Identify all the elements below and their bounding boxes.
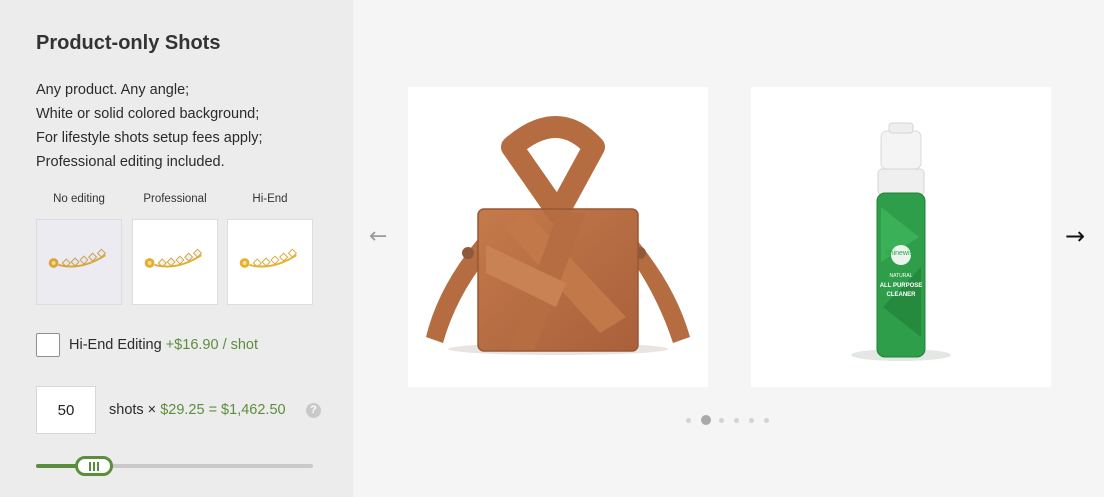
grip-line xyxy=(89,461,91,471)
carousel-dot[interactable] xyxy=(734,417,739,423)
panel-title: Product-only Shots xyxy=(36,32,221,54)
carousel-dot[interactable] xyxy=(719,417,724,423)
description-line: Professional editing included. xyxy=(36,154,225,170)
total-price: $29.25 = $1,462.50 xyxy=(160,402,286,418)
sample-hi-end[interactable]: Hi-End xyxy=(227,191,313,305)
hi-end-editing-checkbox[interactable] xyxy=(36,333,60,357)
hi-end-label-text: Hi-End Editing xyxy=(69,337,162,353)
sample-no-editing[interactable]: No editing xyxy=(36,191,122,305)
carousel-slide-handbag[interactable] xyxy=(408,87,708,387)
handbag-image xyxy=(426,116,690,355)
grip-line xyxy=(93,461,95,471)
quantity-slider[interactable] xyxy=(36,456,313,476)
prev-arrow-icon[interactable]: ← xyxy=(369,224,387,249)
earring-image xyxy=(48,248,107,268)
hi-end-editing-option[interactable]: Hi-End Editing +$16.90 / shot xyxy=(36,333,258,357)
description-line: Any product. Any angle; xyxy=(36,82,190,98)
slider-handle[interactable] xyxy=(75,456,113,476)
description-line: White or solid colored background; xyxy=(36,106,260,122)
carousel-dot[interactable] xyxy=(749,417,754,423)
earring-thumbnail[interactable] xyxy=(132,219,218,305)
options-panel: Product-only Shots Any product. Any angl… xyxy=(0,0,353,497)
earring-thumbnail[interactable] xyxy=(36,219,122,305)
earring-thumbnail[interactable] xyxy=(227,219,313,305)
sample-label: Hi-End xyxy=(252,193,288,205)
carousel-dot[interactable] xyxy=(764,417,769,423)
next-arrow-icon[interactable]: → xyxy=(1065,222,1085,250)
hi-end-price: +$16.90 / shot xyxy=(165,337,259,353)
earring-image xyxy=(239,248,298,268)
shots-multiplier-text: shots × xyxy=(109,402,157,418)
hi-end-editing-label: Hi-End Editing +$16.90 / shot xyxy=(69,337,258,353)
carousel-dot[interactable] xyxy=(686,417,691,423)
cleaner-bottle-image: Shinewise NATURAL ALL PURPOSE CLEANER xyxy=(851,122,951,361)
price-calculation: shots × $29.25 = $1,462.50 xyxy=(109,402,286,418)
description-line: For lifestyle shots setup fees apply; xyxy=(36,130,263,146)
earring-image xyxy=(144,248,203,268)
bottle-brand-text: Shinewise xyxy=(885,250,917,257)
panel-description: Any product. Any angle; White or solid c… xyxy=(36,78,262,174)
sample-label: Professional xyxy=(143,193,207,205)
sample-label: No editing xyxy=(53,193,105,205)
carousel-slide-cleaner[interactable]: Shinewise NATURAL ALL PURPOSE CLEANER xyxy=(751,87,1051,387)
shots-quantity-input[interactable] xyxy=(36,386,96,434)
bottle-purpose-text: ALL PURPOSE xyxy=(880,283,923,289)
help-icon[interactable]: ? xyxy=(306,403,321,418)
bottle-natural-text: NATURAL xyxy=(890,273,913,279)
grip-line xyxy=(97,461,99,471)
sample-professional[interactable]: Professional xyxy=(132,191,218,305)
carousel-pagination xyxy=(686,414,779,426)
carousel-dot-active[interactable] xyxy=(701,415,711,425)
bottle-cleaner-text: CLEANER xyxy=(886,292,916,298)
quantity-row: shots × $29.25 = $1,462.50 xyxy=(36,386,286,434)
